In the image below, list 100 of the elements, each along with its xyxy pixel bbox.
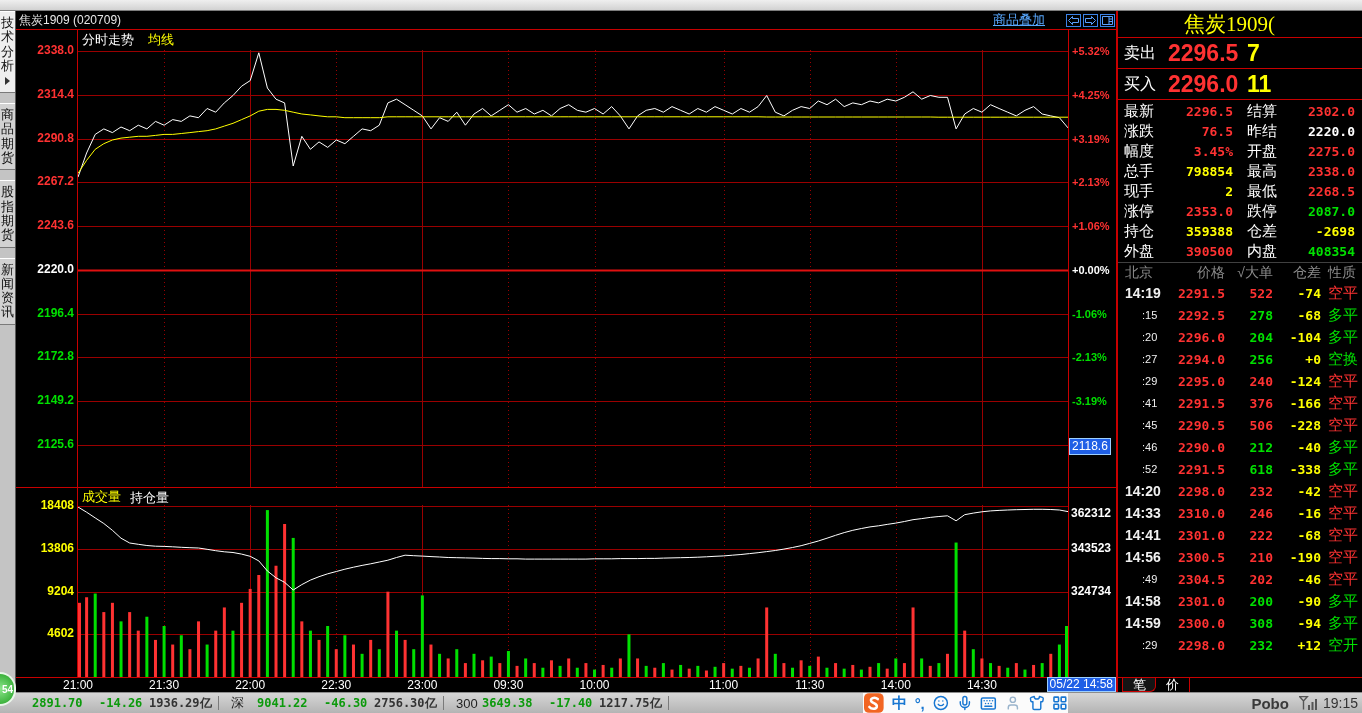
stat-label: 内盘 bbox=[1246, 241, 1278, 261]
stat-label: 涨跌 bbox=[1124, 121, 1155, 141]
trade-price: 2292.5 bbox=[1177, 307, 1225, 323]
index-value: 3649.38 bbox=[482, 696, 534, 710]
stat-value: 2296.5 bbox=[1185, 103, 1233, 119]
trade-time: :49 bbox=[1141, 573, 1159, 585]
open-interest-change: -338 bbox=[1288, 461, 1321, 477]
percent-axis-label: -1.06% bbox=[1072, 307, 1107, 320]
index-name: 300 bbox=[456, 695, 479, 711]
trade-volume: 232 bbox=[1248, 637, 1273, 653]
trade-volume: 246 bbox=[1248, 505, 1273, 521]
trade-time: :15 bbox=[1141, 309, 1159, 321]
trade-time: 14:59 bbox=[1125, 615, 1162, 631]
percent-axis-label: +2.13% bbox=[1072, 176, 1110, 189]
trade-price: 2294.0 bbox=[1177, 351, 1225, 367]
stat-label: 开盘 bbox=[1246, 141, 1278, 161]
open-interest-change: +12 bbox=[1296, 637, 1321, 653]
open-interest-change: -190 bbox=[1288, 549, 1321, 565]
stat-label: 持仓 bbox=[1124, 221, 1155, 241]
trade-volume: 506 bbox=[1248, 417, 1273, 433]
trade-time: 14:33 bbox=[1125, 505, 1162, 521]
trade-price: 2310.0 bbox=[1177, 505, 1225, 521]
index-change: -14.26 bbox=[99, 696, 144, 710]
book-size: 11 bbox=[1247, 70, 1272, 98]
stat-label: 仓差 bbox=[1246, 221, 1278, 241]
trade-price: 2295.0 bbox=[1177, 373, 1225, 389]
stat-value: 2 bbox=[1224, 183, 1233, 199]
trade-volume: 618 bbox=[1248, 461, 1273, 477]
open-interest-change: -104 bbox=[1288, 329, 1321, 345]
chart-title: 持仓量 bbox=[130, 488, 169, 507]
stat-value: 408354 bbox=[1307, 243, 1355, 259]
book-size: 7 bbox=[1247, 39, 1260, 67]
trade-volume: 210 bbox=[1248, 549, 1273, 565]
volume-axis-label: 18408 bbox=[40, 499, 74, 514]
trade-price: 2296.0 bbox=[1177, 329, 1225, 345]
cursor-time-label: 05/22 14:58 bbox=[1046, 677, 1116, 692]
trade-type: 多平 bbox=[1327, 327, 1359, 347]
trade-time: 14:41 bbox=[1125, 527, 1162, 543]
chart-title: 分时走势 bbox=[82, 31, 134, 49]
stat-label: 最高 bbox=[1246, 161, 1278, 181]
book-price: 2296.5 bbox=[1168, 39, 1240, 67]
trade-type: 空平 bbox=[1327, 415, 1359, 435]
trade-price: 2301.0 bbox=[1177, 593, 1225, 609]
trade-price: 2304.5 bbox=[1177, 571, 1225, 587]
trade-price: 2290.0 bbox=[1177, 439, 1225, 455]
trade-volume: 376 bbox=[1248, 395, 1273, 411]
open-interest-axis-label: 362312 bbox=[1071, 507, 1112, 521]
trade-type: 空换 bbox=[1327, 349, 1359, 369]
legend-label: 均线 bbox=[148, 31, 174, 49]
volume-axis-label: 13806 bbox=[40, 542, 74, 556]
trade-volume: 204 bbox=[1248, 329, 1273, 345]
book-label: 买入 bbox=[1124, 73, 1157, 94]
index-turnover: 1936.29亿 bbox=[149, 694, 213, 712]
trade-time: :46 bbox=[1141, 441, 1159, 453]
book-price: 2296.0 bbox=[1168, 70, 1240, 98]
trade-volume: 232 bbox=[1248, 483, 1273, 499]
time-axis-label: 21:00 bbox=[63, 678, 93, 692]
trade-time: 14:19 bbox=[1125, 285, 1162, 301]
trade-volume: 240 bbox=[1248, 373, 1273, 389]
trade-type: 空平 bbox=[1327, 525, 1359, 545]
time-axis-label: 11:00 bbox=[709, 678, 739, 692]
trade-time: :52 bbox=[1141, 463, 1159, 475]
trade-price: 2300.0 bbox=[1177, 615, 1225, 631]
cursor-price-label: 2118.6 bbox=[1069, 438, 1111, 455]
trade-type: 多平 bbox=[1327, 437, 1359, 457]
volume-axis-label: 9204 bbox=[47, 584, 74, 599]
price-axis-label: 2267.2 bbox=[37, 175, 74, 190]
stat-label: 幅度 bbox=[1124, 141, 1155, 161]
trade-type: 空平 bbox=[1327, 547, 1359, 567]
price-axis-label: 2290.8 bbox=[37, 131, 74, 146]
open-interest-axis-label: 324734 bbox=[1071, 585, 1112, 599]
stat-value: 2302.0 bbox=[1307, 103, 1355, 119]
index-change: -46.30 bbox=[324, 696, 369, 710]
price-axis-label: 2314.4 bbox=[37, 87, 74, 102]
column-header: 性质 bbox=[1326, 263, 1357, 282]
trade-volume: 212 bbox=[1248, 439, 1273, 455]
trade-time: :29 bbox=[1141, 639, 1159, 651]
stat-label: 最新 bbox=[1124, 101, 1155, 121]
price-axis-label: 2243.6 bbox=[37, 219, 74, 233]
index-name: 深 bbox=[231, 694, 245, 712]
percent-axis-label: +1.06% bbox=[1072, 219, 1110, 233]
stat-label: 最低 bbox=[1246, 181, 1278, 201]
stat-value: 2220.0 bbox=[1307, 123, 1355, 139]
quote-title: 焦炭1909( bbox=[1118, 11, 1362, 38]
time-axis-label: 14:30 bbox=[966, 678, 997, 692]
stat-value: -2698 bbox=[1314, 223, 1355, 239]
price-axis-label: 2172.8 bbox=[37, 350, 74, 365]
column-header: 仓差 bbox=[1292, 263, 1321, 282]
open-interest-change: -68 bbox=[1296, 307, 1321, 323]
stat-value: 76.5 bbox=[1200, 123, 1233, 139]
index-turnover: 1217.75亿 bbox=[599, 694, 663, 712]
open-interest-change: -90 bbox=[1296, 593, 1321, 609]
trade-time: 14:20 bbox=[1125, 483, 1162, 499]
column-header: 北京 bbox=[1125, 263, 1154, 282]
trade-type: 空平 bbox=[1327, 283, 1359, 303]
open-interest-change: -40 bbox=[1296, 439, 1321, 455]
stat-value: 798854 bbox=[1185, 163, 1233, 179]
trade-type: 多平 bbox=[1327, 459, 1359, 479]
trade-time: 14:58 bbox=[1125, 593, 1162, 609]
stat-value: 390500 bbox=[1185, 243, 1233, 259]
